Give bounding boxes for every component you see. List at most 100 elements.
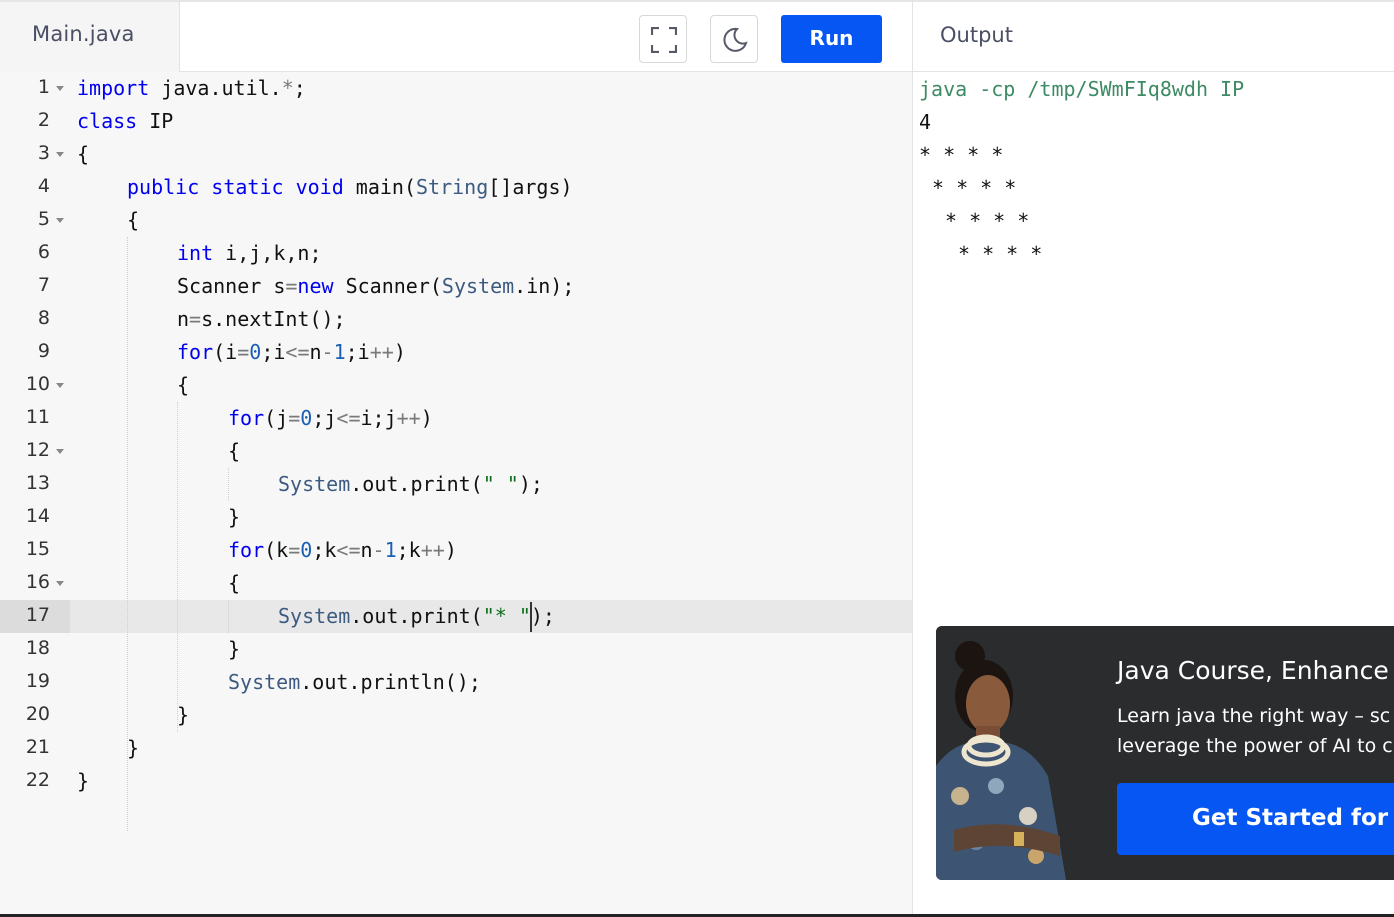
line-number-text: 2 — [37, 109, 50, 131]
code-line-text: { — [228, 571, 241, 595]
output-title: Output — [940, 23, 1013, 47]
code-line-text: Scanner s=new Scanner(System.in); — [177, 274, 575, 298]
line-number[interactable]: 18 — [0, 633, 70, 666]
line-number[interactable]: 19 — [0, 666, 70, 699]
get-started-button[interactable]: Get Started for Fre — [1117, 783, 1394, 855]
code-line-text: System.out.print("* "); — [278, 604, 555, 628]
pane-divider[interactable] — [912, 0, 913, 915]
line-number-text: 12 — [25, 439, 50, 461]
output-command: java -cp /tmp/SWmFIq8wdh IP — [919, 77, 1245, 101]
code-line[interactable]: 3 — [0, 138, 912, 171]
line-number[interactable]: 13 — [0, 468, 70, 501]
line-number-text: 16 — [25, 571, 50, 593]
line-number[interactable]: 22 — [0, 765, 70, 798]
code-line[interactable]: 22 — [0, 765, 912, 798]
line-number[interactable]: 2 — [0, 105, 70, 138]
text-cursor — [530, 602, 532, 632]
output-line: 4 — [919, 110, 932, 134]
code-line-text: for(j=0;j<=i;j++) — [228, 406, 433, 430]
line-number-text: 19 — [25, 670, 50, 692]
line-number-text: 8 — [37, 307, 50, 329]
code-line[interactable]: 16 — [0, 567, 912, 600]
fold-arrow-icon[interactable] — [56, 218, 64, 223]
code-line[interactable]: 12 — [0, 435, 912, 468]
indent-guide — [177, 402, 178, 732]
output-line: * * * * — [932, 176, 1017, 200]
line-number-text: 13 — [25, 472, 50, 494]
ad-description-line: leverage the power of AI to c — [1117, 735, 1393, 757]
code-line[interactable]: 14 — [0, 501, 912, 534]
code-line-text: class IP — [77, 109, 174, 133]
code-line[interactable]: 6 — [0, 237, 912, 270]
line-number[interactable]: 11 — [0, 402, 70, 435]
file-tab-label: Main.java — [32, 22, 135, 46]
indent-guide — [228, 600, 229, 633]
code-line-text: { — [177, 373, 190, 397]
code-line[interactable]: 9 — [0, 336, 912, 369]
line-number-text: 9 — [37, 340, 50, 362]
code-line-text: public static void main(String[]args) — [127, 175, 573, 199]
fold-arrow-icon[interactable] — [56, 581, 64, 586]
fullscreen-button[interactable] — [639, 15, 687, 63]
run-button[interactable]: Run — [781, 15, 882, 63]
code-line-text: } — [127, 736, 140, 760]
fold-arrow-icon[interactable] — [56, 86, 64, 91]
fullscreen-icon — [651, 27, 677, 53]
line-number[interactable]: 1 — [0, 72, 70, 105]
code-line[interactable]: 18 — [0, 633, 912, 666]
line-number-text: 1 — [37, 76, 50, 98]
line-number[interactable]: 12 — [0, 435, 70, 468]
code-line-text: System.out.print(" "); — [278, 472, 543, 496]
code-line-text: for(i=0;i<=n-1;i++) — [177, 340, 406, 364]
line-number-text: 10 — [25, 373, 50, 395]
output-line: * * * * — [958, 242, 1043, 266]
ad-title: Java Course, Enhance — [1117, 656, 1389, 685]
line-number[interactable]: 8 — [0, 303, 70, 336]
fold-arrow-icon[interactable] — [56, 383, 64, 388]
line-number[interactable]: 20 — [0, 699, 70, 732]
line-number[interactable]: 5 — [0, 204, 70, 237]
line-number-text: 15 — [25, 538, 50, 560]
code-editor[interactable]: 1 2 3 4 5 6 7 8 9 10 11 12 13 14 15 16 17 18 19 20 21 22 impo… — [0, 72, 912, 915]
line-number-text: 21 — [25, 736, 50, 758]
line-number-text: 17 — [25, 604, 50, 626]
line-number-text: 20 — [25, 703, 50, 725]
line-number[interactable]: 4 — [0, 171, 70, 204]
output-line: * * * * — [945, 209, 1030, 233]
code-line-text: System.out.println(); — [228, 670, 481, 694]
code-line-text: } — [228, 505, 241, 529]
code-line-text: int i,j,k,n; — [177, 241, 322, 265]
line-number[interactable]: 16 — [0, 567, 70, 600]
code-line-text: { — [127, 208, 140, 232]
code-line-text: } — [177, 703, 190, 727]
line-number[interactable]: 9 — [0, 336, 70, 369]
line-number[interactable]: 6 — [0, 237, 70, 270]
code-line-text: import java.util.*; — [77, 76, 306, 100]
output-line: * * * * — [919, 143, 1004, 167]
line-number-text: 7 — [37, 274, 50, 296]
theme-toggle-button[interactable] — [710, 15, 758, 63]
line-number-text: 11 — [25, 406, 50, 428]
code-line-text: { — [228, 439, 241, 463]
line-number-text: 4 — [37, 175, 50, 197]
fold-arrow-icon[interactable] — [56, 152, 64, 157]
fold-arrow-icon[interactable] — [56, 449, 64, 454]
line-number[interactable]: 14 — [0, 501, 70, 534]
line-number[interactable]: 7 — [0, 270, 70, 303]
ad-description: Learn java the right way – sc leverage t… — [1117, 701, 1394, 761]
moon-icon — [723, 27, 748, 52]
ad-banner[interactable]: Java Course, Enhance Learn java the righ… — [936, 626, 1394, 880]
file-tab-main-java[interactable]: Main.java — [0, 2, 180, 72]
code-line[interactable]: 10 — [0, 369, 912, 402]
code-line-text: { — [77, 142, 90, 166]
code-line[interactable]: 20 — [0, 699, 912, 732]
line-number-text: 3 — [37, 142, 50, 164]
line-number[interactable]: 21 — [0, 732, 70, 765]
line-number[interactable]: 10 — [0, 369, 70, 402]
line-number[interactable]: 17 — [0, 600, 70, 633]
code-line[interactable]: 8 — [0, 303, 912, 336]
code-line[interactable]: 11 — [0, 402, 912, 435]
line-number-text: 22 — [25, 769, 50, 791]
line-number[interactable]: 3 — [0, 138, 70, 171]
line-number[interactable]: 15 — [0, 534, 70, 567]
